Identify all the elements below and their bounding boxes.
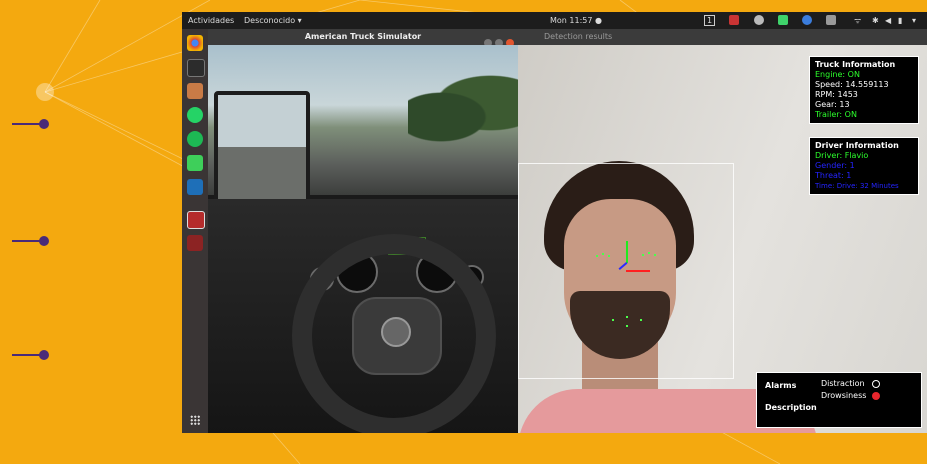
drowsiness-label: Drowsiness	[821, 391, 867, 400]
desktop-screenshot: Actividades Desconocido ▾ Mon 11:57 ● 1 …	[182, 12, 927, 433]
launcher-dock	[182, 29, 208, 433]
bullet-marker-2	[12, 236, 49, 246]
side-mirror	[214, 91, 310, 215]
landmark-point	[654, 254, 656, 256]
window-app-icon[interactable]	[187, 211, 205, 229]
landmark-point	[640, 319, 642, 321]
spotify-icon[interactable]	[187, 131, 203, 147]
trailer-status: Trailer: ON	[815, 110, 857, 119]
app-menu[interactable]: Desconocido ▾	[244, 12, 302, 29]
distraction-indicator	[872, 380, 880, 388]
landmark-point	[596, 255, 598, 257]
driver-info-panel: Driver Information Driver: Flavio Gender…	[809, 137, 919, 195]
driver-info-header: Driver Information	[815, 141, 899, 150]
landmark-point	[648, 252, 650, 254]
detection-window-title: Detection results	[544, 32, 613, 41]
window-app-2-icon[interactable]	[187, 235, 203, 251]
driver-info-line-2: Gender: 1	[815, 161, 855, 170]
whatsapp-icon[interactable]	[187, 107, 203, 123]
detection-window-titlebar: Detection results	[518, 29, 927, 45]
bullet-marker-3	[12, 350, 49, 360]
volume-icon[interactable]: ◀	[885, 12, 891, 29]
wifi-icon[interactable]: ᯤ	[854, 12, 861, 29]
landmark-point	[608, 255, 610, 257]
trees-scenery	[408, 75, 518, 145]
chat-icon[interactable]	[802, 15, 812, 25]
files-icon[interactable]	[187, 83, 203, 99]
distraction-label: Distraction	[821, 379, 865, 388]
ats-window-title: American Truck Simulator	[208, 29, 518, 45]
landmark-point	[642, 254, 644, 256]
dropbox-icon[interactable]	[826, 15, 836, 25]
landmark-point	[626, 316, 628, 318]
terminal-icon[interactable]	[187, 59, 205, 77]
notes-icon[interactable]	[187, 155, 203, 171]
driver-info-line-3: Threat: 1	[815, 171, 852, 180]
tray-app-icon[interactable]	[778, 15, 788, 25]
landmark-point	[602, 253, 604, 255]
steam-icon[interactable]	[754, 15, 764, 25]
landmark-point	[612, 319, 614, 321]
rpm-value: RPM: 1453	[815, 90, 858, 99]
engine-status: Engine: ON	[815, 70, 860, 79]
alarms-header: Alarms	[765, 381, 797, 390]
description-label: Description	[765, 403, 817, 412]
workspace-indicator[interactable]: 1	[704, 15, 716, 26]
clock[interactable]: Mon 11:57 ●	[550, 12, 602, 29]
show-apps-icon[interactable]	[190, 415, 200, 425]
ats-window[interactable]: American Truck Simulator	[208, 29, 518, 433]
drowsiness-indicator	[872, 392, 880, 400]
record-icon[interactable]	[729, 15, 739, 25]
head-pose-axis-y	[626, 241, 628, 263]
gear-value: Gear: 13	[815, 100, 850, 109]
battery-icon[interactable]: ▮	[898, 12, 902, 29]
vscode-icon[interactable]	[187, 179, 203, 195]
landmark-point	[626, 325, 628, 327]
head-pose-axis-x	[626, 270, 650, 272]
truck-info-header: Truck Information	[815, 60, 896, 69]
chrome-icon[interactable]	[187, 35, 203, 51]
alarms-panel: Alarms Description Distraction Drowsines…	[756, 372, 922, 428]
kenworth-logo	[381, 317, 411, 347]
bullet-marker-1	[12, 119, 49, 129]
driver-name: Driver: Flavio	[815, 151, 869, 160]
truck-info-panel: Truck Information Engine: ON Speed: 14.5…	[809, 56, 919, 124]
speed-value: Speed: 14.559113	[815, 80, 889, 89]
bluetooth-icon[interactable]: ✱	[872, 12, 879, 29]
driver-info-line-4: Time: Drive: 32 Minutes	[815, 182, 899, 190]
activities-button[interactable]: Actividades	[188, 12, 234, 29]
chevron-down-icon[interactable]: ▾	[912, 12, 916, 29]
top-panel: Actividades Desconocido ▾ Mon 11:57 ● 1 …	[182, 12, 927, 29]
